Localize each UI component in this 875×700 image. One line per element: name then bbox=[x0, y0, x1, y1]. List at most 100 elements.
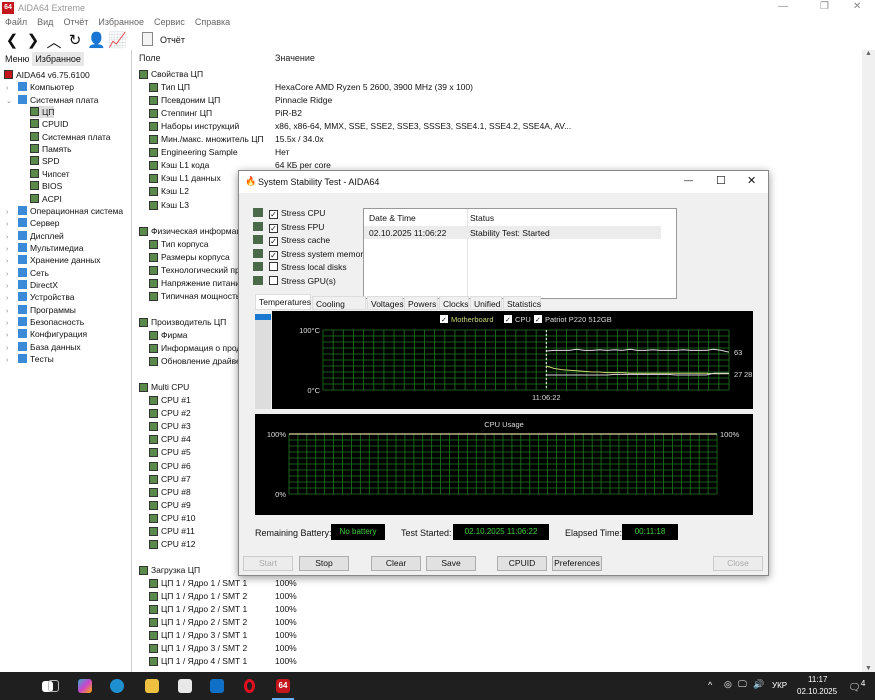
close-button[interactable]: ✕ bbox=[853, 1, 861, 12]
table-row[interactable]: Степпинг ЦП PiR-B2 bbox=[135, 107, 855, 120]
table-row[interactable]: Engineering Sample Нет bbox=[135, 146, 855, 159]
tab-statistics[interactable]: Statistics bbox=[503, 296, 541, 310]
dialog-maximize-button[interactable]: ☐ bbox=[716, 174, 726, 187]
minimize-button[interactable]: — bbox=[778, 1, 788, 12]
group-header[interactable]: Свойства ЦП bbox=[135, 68, 855, 81]
menu-service[interactable]: Сервис bbox=[154, 16, 185, 28]
user-icon[interactable]: 👤 bbox=[87, 31, 106, 49]
tree-item[interactable]: › Сервер bbox=[6, 217, 59, 229]
save-button[interactable]: Save bbox=[426, 556, 476, 571]
language-indicator[interactable]: УКР bbox=[772, 681, 787, 690]
close-dialog-button[interactable]: Close bbox=[713, 556, 763, 571]
menu-file[interactable]: Файл bbox=[5, 16, 27, 28]
tree-item[interactable]: › DirectX bbox=[6, 279, 58, 291]
tree-item[interactable]: › Компьютер bbox=[6, 81, 74, 93]
maximize-button[interactable]: ❐ bbox=[820, 1, 829, 12]
tree-item[interactable]: › Хранение данных bbox=[6, 254, 101, 266]
store-icon[interactable] bbox=[178, 679, 192, 693]
task-view-icon[interactable] bbox=[48, 680, 59, 692]
tree-item[interactable]: › Операционная система bbox=[6, 205, 123, 217]
column-header-field[interactable]: Поле bbox=[139, 53, 161, 67]
stress-checkbox[interactable]: Stress local disks bbox=[253, 261, 347, 274]
tree-item[interactable]: › Устройства bbox=[6, 291, 74, 303]
refresh-icon[interactable]: ↻ bbox=[66, 31, 84, 49]
tree-item[interactable]: BIOS bbox=[30, 180, 62, 192]
stress-checkbox[interactable]: ✓ Stress FPU bbox=[253, 221, 324, 234]
tab-powers[interactable]: Powers bbox=[404, 296, 438, 310]
tree-item[interactable]: › Дисплей bbox=[6, 230, 64, 242]
tab-clocks[interactable]: Clocks bbox=[439, 296, 469, 310]
table-row[interactable]: ЦП 1 / Ядро 2 / SMT 1 100% bbox=[135, 603, 855, 616]
tree-item[interactable]: › Конфигурация bbox=[6, 328, 87, 340]
tab-voltages[interactable]: Voltages bbox=[367, 296, 404, 310]
menu-help[interactable]: Справка bbox=[195, 16, 230, 28]
tree-item[interactable]: ЦП bbox=[30, 106, 55, 119]
report-icon[interactable] bbox=[142, 32, 153, 46]
edge-icon[interactable] bbox=[110, 679, 124, 693]
expanded-chevron-icon[interactable]: ⌄ bbox=[6, 96, 18, 108]
tab-menu[interactable]: Меню bbox=[2, 52, 33, 66]
tab-unified[interactable]: Unified bbox=[470, 296, 502, 310]
tree-item[interactable]: Системная плата bbox=[30, 131, 111, 143]
tree-item[interactable]: ACPI bbox=[30, 193, 62, 205]
aida64-taskbar-icon[interactable]: 64 bbox=[276, 679, 290, 693]
notifications-icon[interactable]: 🗨4 bbox=[848, 678, 865, 693]
vertical-scrollbar[interactable]: ▲ ▼ bbox=[862, 50, 875, 672]
collapsed-chevron-icon[interactable]: › bbox=[6, 355, 18, 367]
tree-item[interactable]: › Безопасность bbox=[6, 316, 84, 328]
tree-item[interactable]: ⌄ Системная плата bbox=[6, 94, 99, 106]
back-icon[interactable]: ❮ bbox=[3, 31, 21, 49]
table-row[interactable]: Тип ЦП HexaCore AMD Ryzen 5 2600, 3900 MH… bbox=[135, 81, 855, 94]
tab-temperatures[interactable]: Temperatures bbox=[255, 294, 311, 310]
chart-icon[interactable]: 📈 bbox=[108, 31, 127, 49]
tree-item[interactable]: › Программы bbox=[6, 304, 76, 316]
tree-item[interactable]: › Сеть bbox=[6, 267, 49, 279]
start-button[interactable]: Start bbox=[243, 556, 293, 571]
menu-report[interactable]: Отчёт bbox=[63, 16, 88, 28]
table-row[interactable]: ЦП 1 / Ядро 2 / SMT 2 100% bbox=[135, 616, 855, 629]
tree-item[interactable]: CPUID bbox=[30, 118, 68, 130]
tab-favorites[interactable]: Избранное bbox=[32, 52, 84, 66]
temperature-scroll[interactable] bbox=[255, 314, 271, 409]
log-row[interactable]: 02.10.2025 11:06:22 Stability Test: Star… bbox=[364, 226, 661, 239]
tab-cooling-fans[interactable]: Cooling Fans bbox=[312, 296, 366, 323]
stress-checkbox[interactable]: ✓ Stress CPU bbox=[253, 207, 325, 220]
tree-item[interactable]: AIDA64 v6.75.6100 bbox=[4, 69, 90, 81]
table-row[interactable]: ЦП 1 / Ядро 3 / SMT 2 100% bbox=[135, 642, 855, 655]
stress-checkbox[interactable]: ✓ Stress system memory bbox=[253, 248, 367, 261]
menu-view[interactable]: Вид bbox=[37, 16, 53, 28]
stress-checkbox[interactable]: ✓ Stress cache bbox=[253, 234, 330, 247]
tree-item[interactable]: › Мультимедиа bbox=[6, 242, 83, 254]
stop-button[interactable]: Stop bbox=[299, 556, 349, 571]
clear-button[interactable]: Clear bbox=[371, 556, 421, 571]
table-row[interactable]: Псевдоним ЦП Pinnacle Ridge bbox=[135, 94, 855, 107]
table-row[interactable]: Мин./макс. множитель ЦП 15.5x / 34.0x bbox=[135, 133, 855, 146]
tray-camera-icon[interactable]: ◎ bbox=[724, 679, 732, 690]
tree-item[interactable]: SPD bbox=[30, 155, 59, 167]
tree-item[interactable]: Память bbox=[30, 143, 72, 155]
up-icon[interactable]: ︿ bbox=[45, 31, 63, 52]
clock-date[interactable]: 02.10.2025 bbox=[797, 687, 837, 696]
dialog-close-button[interactable]: ✕ bbox=[747, 174, 756, 187]
tray-chevron-icon[interactable]: ^ bbox=[708, 680, 712, 690]
tree-item[interactable]: › Тесты bbox=[6, 353, 54, 365]
table-row[interactable]: ЦП 1 / Ядро 3 / SMT 1 100% bbox=[135, 629, 855, 642]
file-explorer-icon[interactable] bbox=[145, 679, 159, 693]
outlook-icon[interactable] bbox=[210, 679, 224, 693]
table-row[interactable]: ЦП 1 / Ядро 1 / SMT 1 100% bbox=[135, 577, 855, 590]
table-row[interactable]: Наборы инструкций x86, x86-64, MMX, SSE, … bbox=[135, 120, 855, 133]
opera-icon[interactable] bbox=[244, 679, 255, 693]
forward-icon[interactable]: ❯ bbox=[24, 31, 42, 49]
table-row[interactable]: ЦП 1 / Ядро 4 / SMT 1 100% bbox=[135, 655, 855, 668]
copilot-icon[interactable] bbox=[78, 679, 92, 693]
table-row[interactable]: ЦП 1 / Ядро 1 / SMT 2 100% bbox=[135, 590, 855, 603]
menu-favorites[interactable]: Избранное bbox=[98, 16, 144, 28]
report-button[interactable]: Отчёт bbox=[160, 35, 185, 45]
stress-checkbox[interactable]: Stress GPU(s) bbox=[253, 275, 336, 288]
preferences-button[interactable]: Preferences bbox=[552, 556, 602, 571]
tree-item[interactable]: Чипсет bbox=[30, 168, 70, 180]
network-icon[interactable]: 🖵 bbox=[738, 679, 747, 690]
dialog-minimize-button[interactable]: — bbox=[684, 175, 693, 185]
clock-time[interactable]: 11:17 bbox=[808, 675, 827, 684]
volume-icon[interactable]: 🔊 bbox=[753, 679, 764, 690]
